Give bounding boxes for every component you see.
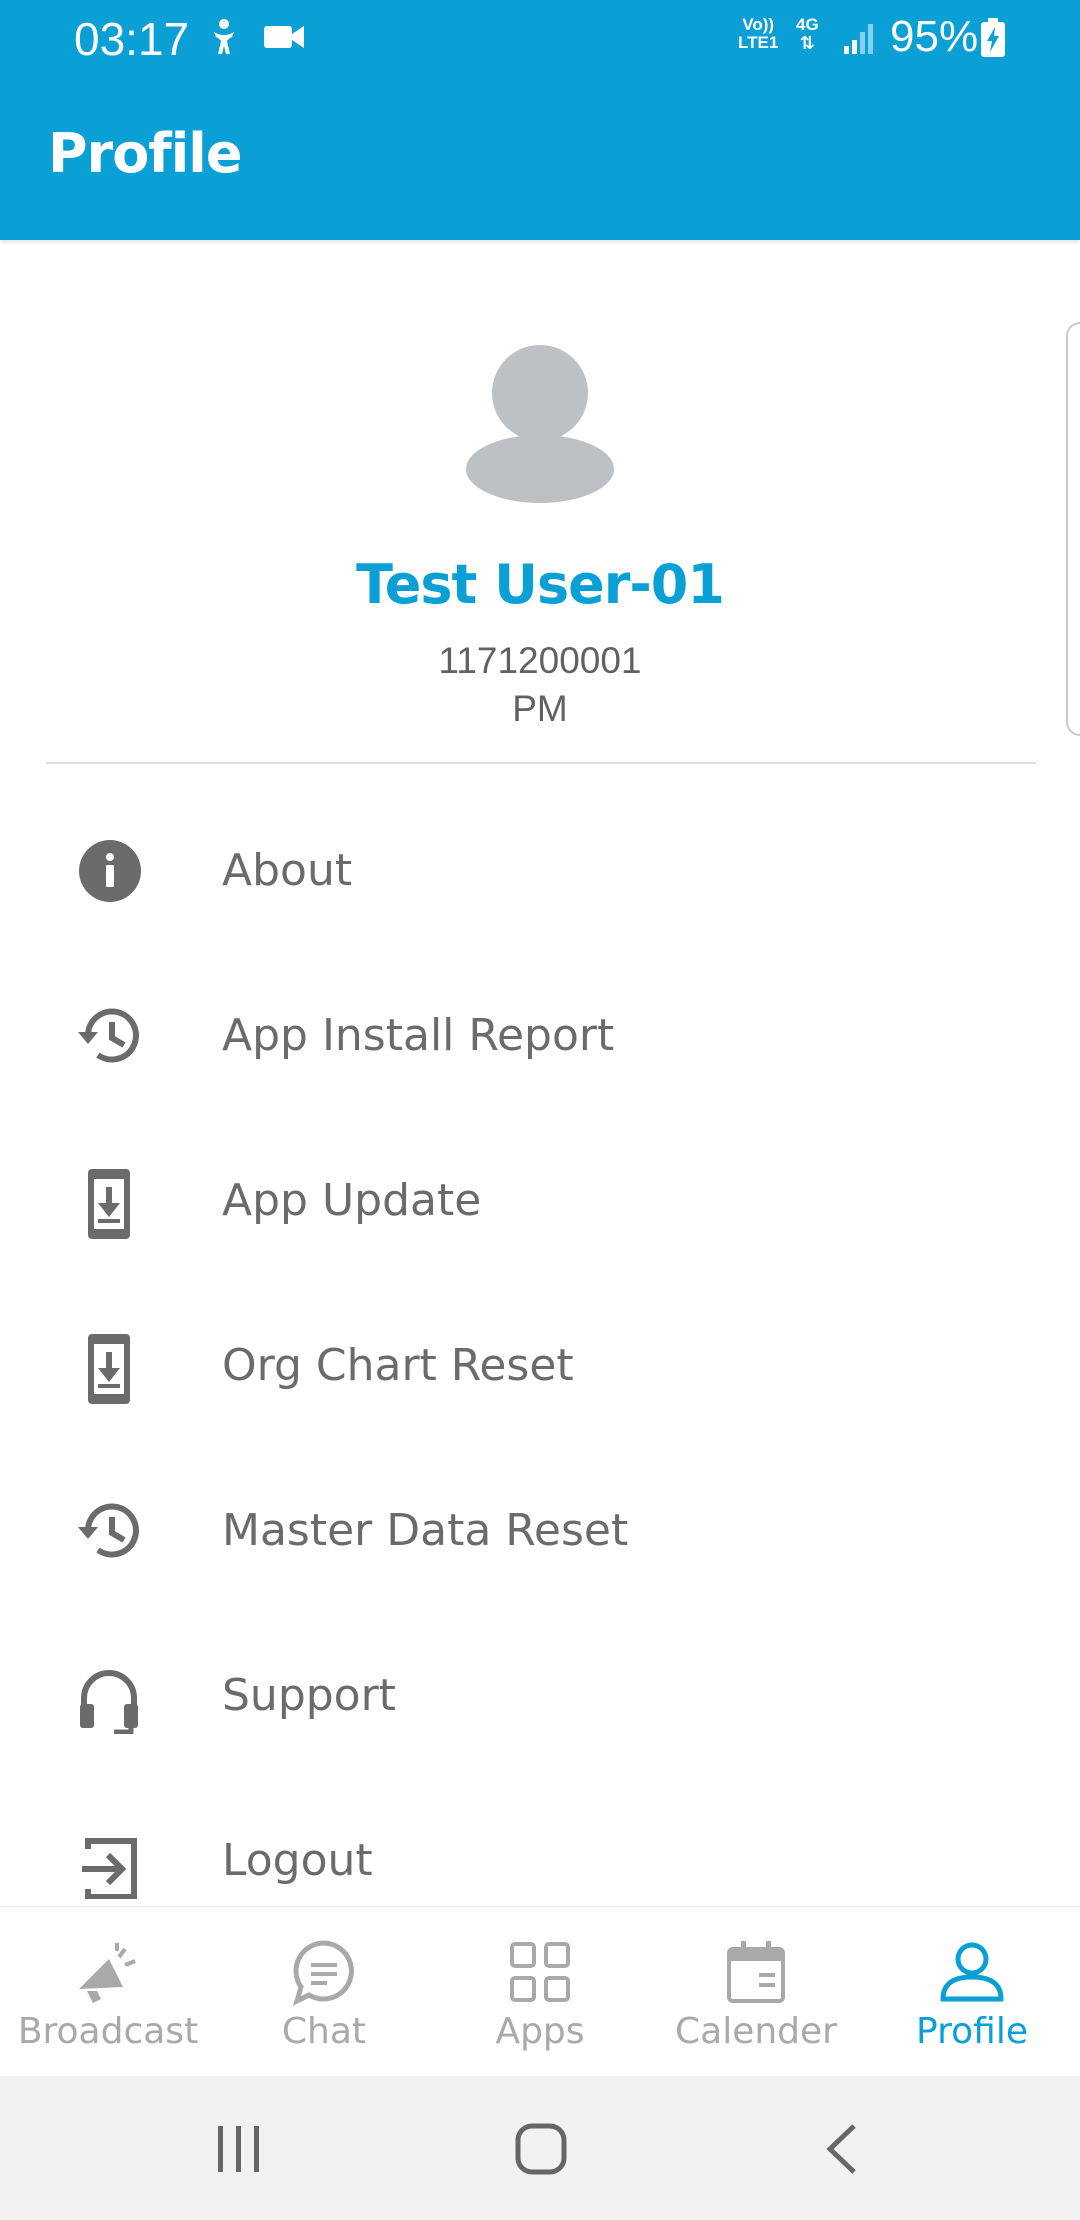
menu-item-app-install-report[interactable]: App Install Report bbox=[0, 966, 1080, 1106]
screen: 03:17 Vo)) LTE1 4G ⇅ 95% Profile Test Us… bbox=[0, 0, 1080, 2220]
headset-icon bbox=[74, 1664, 144, 1735]
profile-id: 1171200001 bbox=[438, 640, 642, 681]
chat-bubble-icon bbox=[289, 1937, 359, 2007]
video-camera-icon bbox=[262, 22, 306, 57]
history-icon bbox=[74, 1499, 144, 1563]
phone-download-icon bbox=[74, 1169, 144, 1239]
profile-role: PM bbox=[512, 688, 568, 729]
menu-item-org-chart-reset[interactable]: Org Chart Reset bbox=[0, 1296, 1080, 1436]
person-icon bbox=[937, 1937, 1007, 2007]
battery-charging-icon bbox=[980, 18, 1006, 63]
menu-item-label: Org Chart Reset bbox=[222, 1340, 574, 1391]
menu-item-label: Master Data Reset bbox=[222, 1505, 629, 1556]
accessibility-icon bbox=[206, 18, 242, 63]
nav-label: Profile bbox=[916, 2011, 1028, 2052]
nav-label: Broadcast bbox=[17, 2011, 199, 2052]
battery-percent: 95% bbox=[890, 12, 979, 61]
status-time: 03:17 bbox=[74, 13, 190, 65]
system-navigation-bar bbox=[0, 2076, 1080, 2220]
page-title: Profile bbox=[48, 122, 242, 185]
menu-item-about[interactable]: About bbox=[0, 801, 1080, 941]
logout-icon bbox=[74, 1829, 144, 1900]
avatar bbox=[462, 345, 618, 503]
nav-item-profile[interactable]: Profile bbox=[864, 1907, 1080, 2077]
history-icon bbox=[74, 1004, 144, 1068]
network-generation-label: 4G bbox=[796, 15, 819, 34]
nav-label: Chat bbox=[281, 2011, 367, 2052]
calendar-icon bbox=[721, 1937, 791, 2007]
menu-item-support[interactable]: Support bbox=[0, 1626, 1080, 1766]
menu-item-app-update[interactable]: App Update bbox=[0, 1131, 1080, 1271]
nav-item-broadcast[interactable]: Broadcast bbox=[0, 1907, 216, 2077]
info-icon bbox=[74, 839, 144, 903]
phone-download-icon bbox=[74, 1334, 144, 1404]
bottom-navigation: Broadcast Chat Apps Calender Profile bbox=[0, 1906, 1080, 2076]
menu-item-label: App Update bbox=[222, 1175, 482, 1226]
menu-item-label: App Install Report bbox=[222, 1010, 615, 1061]
network-type-indicator: 4G ⇅ bbox=[796, 15, 819, 53]
nav-item-calender[interactable]: Calender bbox=[648, 1907, 864, 2077]
app-bar: 03:17 Vo)) LTE1 4G ⇅ 95% Profile bbox=[0, 0, 1080, 240]
recent-apps-icon[interactable] bbox=[204, 2114, 274, 2184]
menu-item-label: Logout bbox=[222, 1835, 373, 1886]
nav-label: Calender bbox=[675, 2011, 837, 2052]
volte-indicator: Vo)) LTE1 bbox=[738, 16, 778, 52]
menu-item-master-data-reset[interactable]: Master Data Reset bbox=[0, 1461, 1080, 1601]
home-icon[interactable] bbox=[506, 2114, 576, 2184]
nav-item-chat[interactable]: Chat bbox=[216, 1907, 432, 2077]
grid-icon bbox=[505, 1937, 575, 2007]
profile-name: Test User-01 bbox=[356, 553, 725, 616]
status-bar: 03:17 Vo)) LTE1 4G ⇅ 95% bbox=[0, 0, 1080, 78]
back-icon[interactable] bbox=[808, 2114, 878, 2184]
nav-item-apps[interactable]: Apps bbox=[432, 1907, 648, 2077]
megaphone-icon bbox=[73, 1937, 143, 2007]
nav-label: Apps bbox=[495, 2011, 585, 2052]
menu-item-logout[interactable]: Logout bbox=[0, 1791, 1080, 1906]
menu-item-label: About bbox=[222, 845, 353, 896]
divider bbox=[46, 762, 1036, 764]
signal-icon bbox=[842, 20, 876, 61]
volte-label: Vo)) bbox=[742, 15, 775, 34]
menu-item-label: Support bbox=[222, 1670, 396, 1721]
lte-label: LTE1 bbox=[738, 33, 779, 52]
